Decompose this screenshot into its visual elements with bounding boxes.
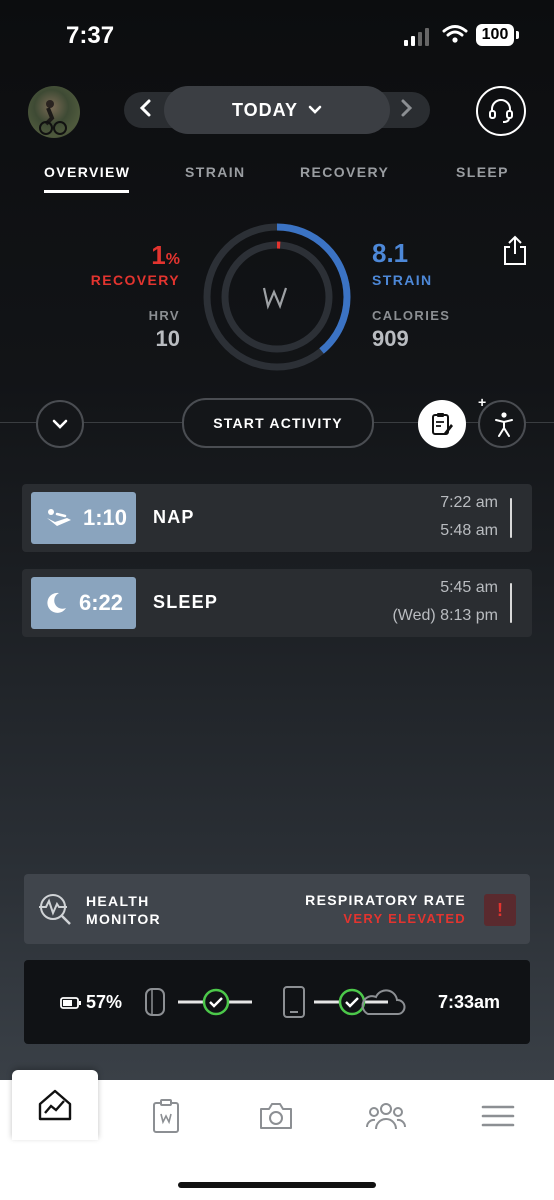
community-icon [366,1103,406,1130]
chevron-left-icon [139,99,151,117]
date-label: TODAY [231,99,299,120]
activity-start-time: 7:22 am [440,494,498,511]
strain-label: STRAIN [372,272,433,288]
battery-icon [60,996,81,1009]
last-sync-time: 7:33am [437,992,500,1012]
health-monitor-title-line1: HEALTH [86,893,150,909]
check-icon [338,988,366,1016]
status-time: 7:37 [66,22,115,49]
clipboard-edit-icon [432,413,453,435]
calories-label: CALORIES [372,308,451,323]
next-day-button[interactable] [400,98,414,124]
expand-button[interactable] [36,400,84,448]
nav-menu[interactable] [478,1096,518,1136]
health-monitor-icon [39,894,71,925]
activity-duration-chip: 6:22 [31,577,136,629]
activity-duration-chip: 1:10 [31,492,136,544]
calories-value: 909 [372,326,409,351]
strain-value: 8.1 [372,238,409,268]
cyclist-photo [39,100,67,135]
prev-day-button[interactable] [138,98,152,124]
nav-community[interactable] [366,1096,406,1136]
person-add-icon [495,412,513,437]
support-button[interactable] [476,86,526,136]
activity-name: NAP [153,507,195,527]
wifi-icon [442,25,468,43]
sync-status-bar[interactable]: 57% 7:33am [24,960,530,1044]
headset-icon [489,99,513,123]
alert-icon: ! [484,894,516,926]
date-selector[interactable]: TODAY [164,86,390,134]
nav-journal[interactable] [146,1096,186,1136]
chevron-down-icon [308,105,322,114]
phone-icon [283,986,305,1018]
recliner-icon [47,509,71,526]
sync-chain [145,986,406,1018]
activity-name: SLEEP [153,592,219,612]
nav-camera[interactable] [256,1096,296,1136]
active-tab-indicator [44,190,129,193]
tab-sleep[interactable]: SLEEP [456,164,509,180]
activity-range-bar [510,498,512,538]
activity-range-bar [510,583,512,623]
health-monitor-card[interactable]: HEALTH MONITOR RESPIRATORY RATE VERY ELE… [24,874,530,944]
home-indicator [178,1182,376,1188]
recovery-label: RECOVERY [90,272,180,288]
activity-card-nap[interactable]: 1:10 NAP 7:22 am 5:48 am [22,484,532,552]
health-metric-status: VERY ELEVATED [343,911,466,926]
camera-icon [260,1103,292,1129]
activity-end-time: (Wed) 8:13 pm [392,607,498,624]
plus-icon: + [478,394,487,410]
battery-indicator: 100 [476,24,519,46]
cell-signal-icon [404,26,429,46]
chevron-right-icon [401,99,413,117]
activity-card-sleep[interactable]: 6:22 SLEEP 5:45 am (Wed) 8:13 pm [22,569,532,637]
health-monitor-title-line2: MONITOR [86,911,161,927]
journal-icon [153,1099,179,1133]
whoop-logo-icon [262,287,288,310]
strap-icon [145,988,165,1016]
activity-end-time: 5:48 am [440,522,498,539]
strap-battery: 57% [60,992,122,1013]
strap-battery-percent: 57% [86,992,123,1012]
recovery-stat[interactable]: 1% [151,240,180,271]
hrv-label: HRV [148,308,180,323]
nav-home[interactable] [12,1070,98,1140]
home-icon [38,1089,72,1121]
hrv-value: 10 [155,326,180,351]
health-monitor-title: HEALTH MONITOR [86,892,161,928]
recovery-value: 1 [151,240,166,270]
activity-duration: 1:10 [83,505,128,530]
health-metric-label: RESPIRATORY RATE [305,892,466,908]
recovery-unit: % [165,251,180,268]
share-icon[interactable] [502,234,528,266]
moon-icon [47,592,66,613]
journal-button[interactable] [418,400,466,448]
tab-overview[interactable]: OVERVIEW [44,164,130,180]
activity-duration: 6:22 [79,590,124,615]
strain-recovery-dial[interactable] [202,222,352,372]
avatar[interactable] [28,86,80,138]
tab-strain[interactable]: STRAIN [185,164,246,180]
menu-icon [481,1105,515,1127]
chevron-down-icon [52,419,68,429]
start-activity-button[interactable]: START ACTIVITY [182,398,374,448]
activity-start-time: 5:45 am [440,579,498,596]
check-icon [202,988,230,1016]
tab-recovery[interactable]: RECOVERY [300,164,389,180]
